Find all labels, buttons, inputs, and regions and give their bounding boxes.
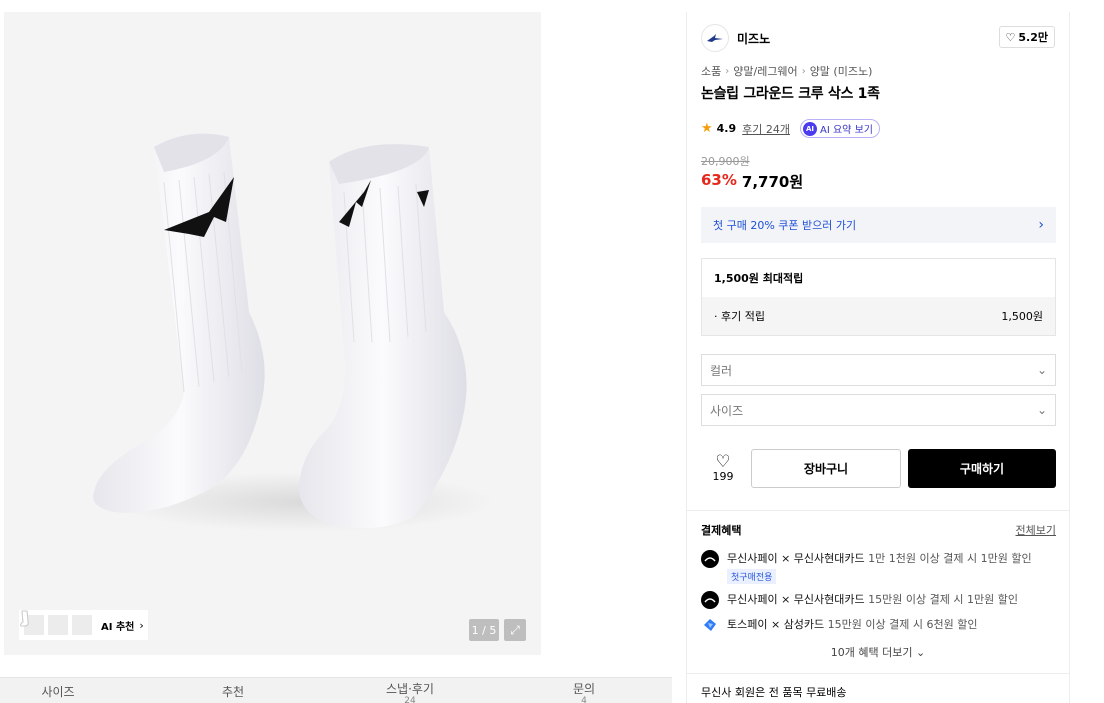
product-photo-socks: [93, 133, 494, 532]
brand-logo-icon: [701, 24, 729, 52]
color-select[interactable]: 컬러 ⌄: [701, 354, 1056, 386]
chevron-right-icon: ›: [725, 65, 730, 77]
wish-count: 199: [712, 469, 734, 483]
product-tabs: 사이즈 추천 스냅·후기 24 문의 4: [0, 677, 672, 703]
points-header: 1,500원 최대적립: [714, 272, 804, 285]
breadcrumb-item[interactable]: 양말/레그웨어: [733, 63, 797, 79]
ai-recommend-strip[interactable]: AI 추천 ›: [19, 610, 148, 640]
star-icon: ★: [701, 121, 713, 136]
ai-icon: AI: [803, 121, 818, 136]
coupon-banner[interactable]: 첫 구매 20% 쿠폰 받으러 가기 ›: [701, 207, 1056, 243]
brand-link[interactable]: 미즈노: [701, 24, 770, 52]
cart-button[interactable]: 장바구니: [751, 448, 901, 488]
points-box: 1,500원 최대적립 · 후기 적립 1,500원: [701, 258, 1056, 336]
coupon-label: 첫 구매 20% 쿠폰 받으러 가기: [713, 219, 857, 232]
benefit-detail: 15만원 이상 결제 시 1만원 할인: [864, 593, 1018, 606]
benefit-brand: 무신사페이 × 무신사현대카드: [727, 593, 865, 606]
more-benefits-label: 10개 혜택 더보기: [830, 646, 913, 659]
tab-count: 24: [404, 696, 416, 703]
points-row: · 후기 적립 1,500원: [702, 297, 1055, 335]
breadcrumb: 소품 › 양말/레그웨어 › 양말 (미즈노): [701, 63, 872, 79]
buy-button[interactable]: 구매하기: [908, 448, 1056, 488]
heart-icon: ♡: [1005, 30, 1016, 44]
divider: [687, 673, 1069, 674]
original-price: 20,900원: [701, 155, 750, 168]
tab-label: 문의: [572, 682, 596, 696]
benefit-item[interactable]: 무신사페이 × 무신사현대카드 15만원 이상 결제 시 1만원 할인: [701, 591, 1018, 609]
recommend-thumbnail[interactable]: [20, 610, 69, 636]
chevron-down-icon: ⌄: [916, 646, 926, 659]
image-pager: 1 / 5: [469, 619, 499, 641]
tab-inquiry[interactable]: 문의 4: [544, 678, 624, 703]
size-select-placeholder: 사이즈: [710, 403, 744, 418]
ai-summary-button[interactable]: AI AI 요약 보기: [800, 119, 880, 138]
tab-recommend[interactable]: 추천: [193, 678, 273, 703]
product-image-gallery[interactable]: AI 추천 › 1 / 5 ⤢: [4, 12, 541, 655]
tab-count: 4: [581, 696, 587, 703]
scrollbar[interactable]: [1082, 0, 1104, 703]
rating-row: ★ 4.9 후기 24개 AI AI 요약 보기: [701, 119, 880, 138]
breadcrumb-item[interactable]: 양말 (미즈노): [810, 63, 873, 79]
discount-rate: 63%: [701, 171, 737, 189]
payment-benefits-title: 결제혜택: [701, 524, 742, 537]
musinsa-pay-icon: [701, 550, 719, 568]
brand-name: 미즈노: [737, 31, 771, 46]
heart-icon: ♡: [715, 451, 731, 472]
rating-score: 4.9: [716, 122, 737, 135]
chevron-down-icon: ⌄: [1036, 363, 1047, 377]
ai-recommend-label: AI 추천: [101, 621, 135, 633]
benefit-item[interactable]: 토스페이 × 삼성카드 15만원 이상 결제 시 6천원 할인: [701, 616, 977, 634]
product-info-panel: 미즈노 ♡ 5.2만 소품 › 양말/레그웨어 › 양말 (미즈노) 논슬립 그…: [686, 12, 1070, 703]
tab-label: 사이즈: [41, 685, 75, 699]
price-row: 63% 7,770원: [701, 171, 803, 192]
sale-price: 7,770원: [741, 173, 804, 191]
benefit-detail: 15만원 이상 결제 시 6천원 할인: [824, 618, 978, 631]
benefit-brand: 토스페이 × 삼성카드: [727, 618, 825, 631]
more-benefits-button[interactable]: 10개 혜택 더보기 ⌄: [687, 644, 1069, 660]
shipping-info: 무신사 회원은 전 품목 무료배송: [701, 686, 847, 699]
brand-like-button[interactable]: ♡ 5.2만: [998, 26, 1055, 48]
divider: [687, 510, 1069, 511]
see-all-link[interactable]: 전체보기: [1016, 522, 1056, 538]
purchase-actions: ♡ 199 장바구니 구매하기: [701, 448, 1056, 488]
tab-label: 스냅·후기: [386, 682, 434, 696]
product-title: 논슬립 그라운드 크루 삭스 1족: [701, 86, 880, 102]
wish-button[interactable]: ♡ 199: [701, 448, 745, 488]
recommend-thumbnail[interactable]: [20, 610, 93, 636]
chevron-right-icon: ›: [139, 618, 144, 632]
expand-icon[interactable]: ⤢: [504, 619, 526, 641]
size-select[interactable]: 사이즈 ⌄: [701, 394, 1056, 426]
ai-summary-label: AI 요약 보기: [820, 125, 873, 136]
review-link[interactable]: 후기 24개: [742, 121, 790, 137]
chevron-right-icon: ›: [1038, 217, 1044, 233]
chevron-right-icon: ›: [801, 65, 806, 77]
points-row-label: · 후기 적립: [714, 310, 765, 323]
benefit-detail: 1만 1천원 이상 결제 시 1만원 할인: [864, 552, 1032, 565]
breadcrumb-item[interactable]: 소품: [701, 63, 721, 79]
points-row-value: 1,500원: [1001, 310, 1043, 323]
benefit-item[interactable]: 무신사페이 × 무신사현대카드 1만 1천원 이상 결제 시 1만원 할인 첫구…: [701, 550, 1032, 584]
chevron-down-icon: ⌄: [1036, 403, 1047, 417]
musinsa-pay-icon: [701, 591, 719, 609]
tab-size[interactable]: 사이즈: [18, 678, 98, 703]
payment-benefits-header: 결제혜택 전체보기: [701, 522, 1056, 538]
color-select-placeholder: 컬러: [710, 363, 733, 378]
first-purchase-badge: 첫구매전용: [727, 569, 777, 584]
toss-pay-icon: [701, 616, 719, 634]
brand-like-count: 5.2만: [1018, 31, 1048, 44]
benefit-brand: 무신사페이 × 무신사현대카드: [727, 552, 865, 565]
tab-snap-review[interactable]: 스냅·후기 24: [360, 678, 460, 703]
tab-label: 추천: [221, 685, 245, 699]
